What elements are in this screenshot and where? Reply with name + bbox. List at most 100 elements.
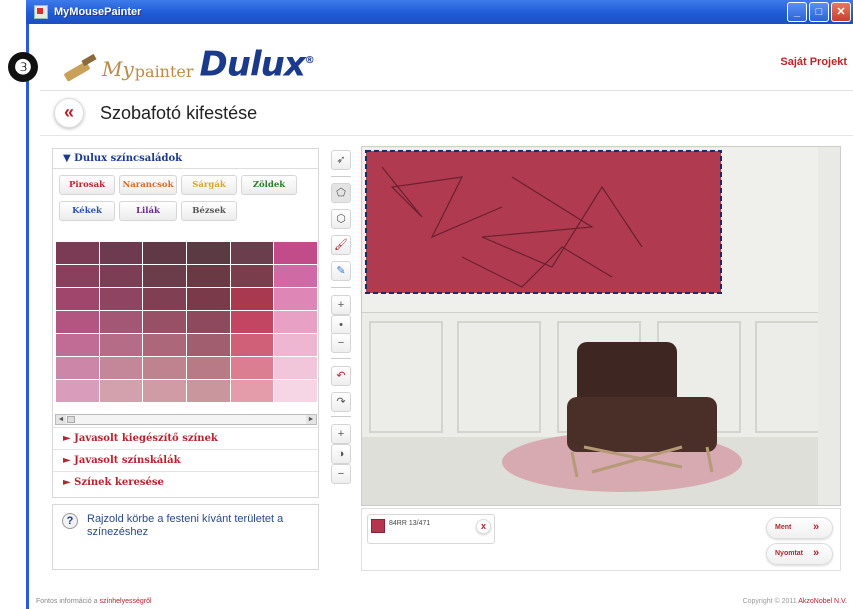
- color-swatch[interactable]: [274, 265, 317, 287]
- color-swatch[interactable]: [274, 357, 317, 379]
- window-titlebar: MyMousePainter _ □ ✕: [26, 0, 853, 24]
- color-swatch[interactable]: [274, 334, 317, 356]
- color-swatch[interactable]: [187, 265, 230, 287]
- color-family-row-1: Pirosak Narancsok Sárgák Zöldek: [53, 175, 318, 195]
- color-swatch[interactable]: [230, 311, 274, 333]
- color-swatch[interactable]: [143, 334, 186, 356]
- color-swatch[interactable]: [143, 311, 186, 333]
- akzonobel-link[interactable]: AkzoNobel N.V.: [798, 598, 847, 605]
- close-button[interactable]: ✕: [831, 2, 851, 22]
- remove-color-button[interactable]: x: [476, 519, 491, 534]
- family-button-sargak[interactable]: Sárgák: [181, 175, 237, 195]
- registered-mark: ®: [304, 55, 315, 66]
- redo-icon[interactable]: ↷: [331, 392, 351, 412]
- color-swatch[interactable]: [99, 311, 143, 333]
- undo-icon[interactable]: ↶: [331, 366, 351, 386]
- color-swatch[interactable]: [274, 311, 317, 333]
- selected-color-chip[interactable]: 84RR 13/471 x: [367, 514, 495, 544]
- color-swatch[interactable]: [56, 357, 99, 379]
- family-button-zoldek[interactable]: Zöldek: [241, 175, 297, 195]
- color-swatch[interactable]: [187, 357, 230, 379]
- color-swatch[interactable]: [274, 242, 317, 264]
- color-families-header[interactable]: ▼ Dulux színcsaládok: [53, 149, 318, 169]
- back-button[interactable]: «: [54, 98, 84, 128]
- color-swatch[interactable]: [187, 380, 230, 402]
- color-swatch[interactable]: [56, 242, 99, 264]
- print-button[interactable]: Nyomtat »: [766, 543, 833, 565]
- dulux-logo: Dulux®: [200, 44, 315, 81]
- painted-area[interactable]: [366, 151, 721, 293]
- family-button-pirosak[interactable]: Pirosak: [59, 175, 115, 195]
- eraser-icon[interactable]: ✎: [331, 261, 351, 281]
- color-swatch[interactable]: [143, 357, 186, 379]
- logo-painter-text: painter: [134, 62, 194, 82]
- toolbar-separator: [331, 287, 351, 288]
- color-swatch[interactable]: [187, 242, 230, 264]
- color-swatch[interactable]: [187, 288, 230, 310]
- select-arrow-icon[interactable]: ➶: [331, 150, 351, 170]
- scroll-right-arrow-icon[interactable]: ►: [306, 415, 316, 424]
- color-swatch[interactable]: [56, 265, 99, 287]
- contrast-icon[interactable]: ◑: [331, 444, 351, 464]
- color-swatch[interactable]: [99, 242, 143, 264]
- family-button-bezsek[interactable]: Bézsek: [181, 201, 237, 221]
- accordion-color-scales[interactable]: ► Javasolt színskálák: [53, 449, 318, 471]
- brush-icon[interactable]: 🖌: [331, 235, 351, 255]
- color-swatch[interactable]: [230, 357, 274, 379]
- swatch-horizontal-scrollbar[interactable]: ◄ ►: [55, 414, 317, 425]
- my-project-link[interactable]: Saját Projekt: [780, 56, 847, 68]
- color-swatch[interactable]: [230, 242, 274, 264]
- accordion-search-colors[interactable]: ► Színek keresése: [53, 471, 318, 493]
- save-arrow-icon: »: [813, 521, 820, 533]
- zoom-in-icon[interactable]: +: [331, 295, 351, 315]
- color-swatch[interactable]: [143, 380, 186, 402]
- color-swatch[interactable]: [187, 334, 230, 356]
- color-swatch[interactable]: [56, 311, 99, 333]
- zoom-dot-icon[interactable]: •: [331, 315, 351, 335]
- scroll-thumb[interactable]: [67, 416, 75, 423]
- save-button[interactable]: Ment »: [766, 517, 833, 539]
- color-swatch[interactable]: [274, 288, 317, 310]
- help-icon: ?: [62, 513, 78, 529]
- copyright-text: Copyright © 2011: [742, 598, 797, 605]
- color-swatch[interactable]: [56, 288, 99, 310]
- color-swatch[interactable]: [99, 357, 143, 379]
- zoom-out-icon[interactable]: −: [331, 333, 351, 353]
- family-button-narancsok[interactable]: Narancsok: [119, 175, 177, 195]
- print-arrow-icon: »: [813, 547, 820, 559]
- polygon-paint-icon[interactable]: ⬠: [331, 183, 351, 203]
- room-photo-canvas[interactable]: [361, 146, 841, 506]
- brightness-plus-icon[interactable]: +: [331, 424, 351, 444]
- color-swatch[interactable]: [56, 380, 99, 402]
- scroll-left-arrow-icon[interactable]: ◄: [56, 415, 66, 424]
- color-swatch[interactable]: [230, 334, 274, 356]
- color-swatch[interactable]: [230, 265, 274, 287]
- family-button-kekek[interactable]: Kékek: [59, 201, 115, 221]
- color-swatch[interactable]: [143, 242, 186, 264]
- color-swatch[interactable]: [187, 311, 230, 333]
- app-logo: My painter Dulux®: [60, 44, 315, 82]
- color-swatch[interactable]: [143, 288, 186, 310]
- color-swatch[interactable]: [99, 288, 143, 310]
- window-controls: _ □ ✕: [787, 2, 851, 22]
- family-button-lilak[interactable]: Lilák: [119, 201, 177, 221]
- color-swatch[interactable]: [99, 334, 143, 356]
- accordion-complementary-colors[interactable]: ► Javasolt kiegészítő színek: [53, 427, 318, 449]
- color-swatch[interactable]: [143, 265, 186, 287]
- color-swatch-grid: [56, 242, 317, 402]
- app-window: MyMousePainter _ □ ✕ ❸ My painter Dulux®…: [0, 0, 853, 609]
- color-swatch[interactable]: [274, 380, 317, 402]
- color-swatch[interactable]: [56, 334, 99, 356]
- maximize-button[interactable]: □: [809, 2, 829, 22]
- help-box: ? Rajzold körbe a festeni kívánt terület…: [52, 504, 319, 570]
- polygon-erase-icon[interactable]: ⬡: [331, 209, 351, 229]
- color-swatch[interactable]: [99, 380, 143, 402]
- header-divider: [40, 90, 853, 91]
- minimize-button[interactable]: _: [787, 2, 807, 22]
- brightness-minus-icon[interactable]: −: [331, 464, 351, 484]
- color-swatch[interactable]: [99, 265, 143, 287]
- color-accuracy-link[interactable]: színhelyességről: [99, 598, 151, 605]
- help-text: Rajzold körbe a festeni kívánt területet…: [87, 513, 284, 538]
- color-swatch[interactable]: [230, 288, 274, 310]
- color-swatch[interactable]: [230, 380, 274, 402]
